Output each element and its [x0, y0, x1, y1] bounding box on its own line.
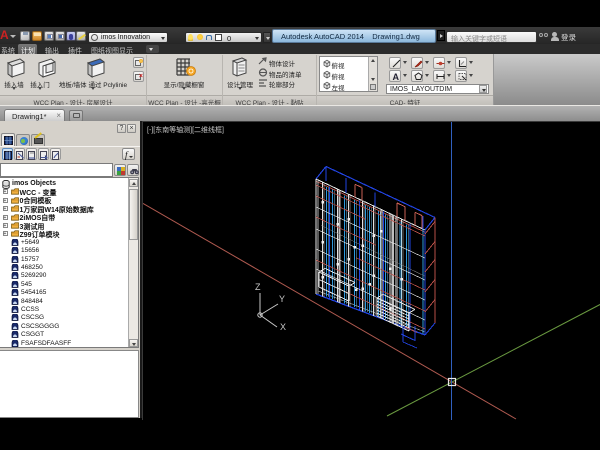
svg-text:Z: Z	[255, 282, 261, 292]
svg-text:A: A	[392, 72, 399, 81]
svg-text:Y: Y	[279, 294, 285, 304]
svg-text:X: X	[280, 322, 286, 332]
